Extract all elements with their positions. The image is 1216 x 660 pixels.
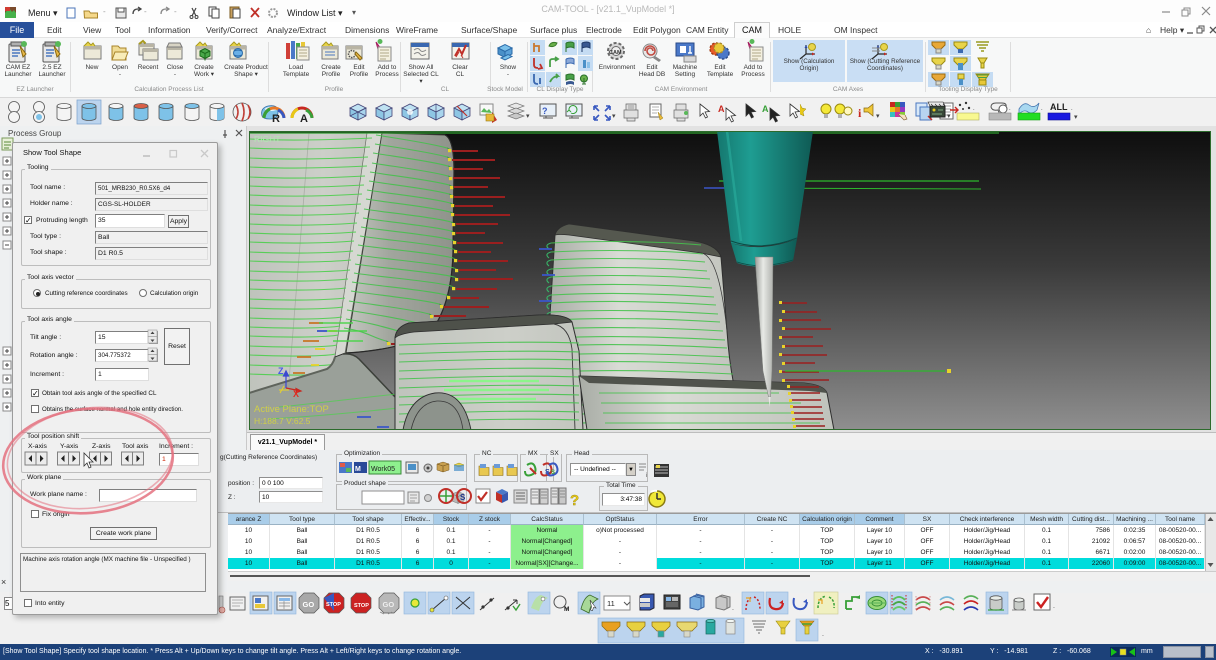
svg-text:H:188.7 V:62.5: H:188.7 V:62.5 bbox=[254, 416, 311, 426]
svg-text:GO: GO bbox=[383, 600, 395, 609]
svg-text:.: . bbox=[822, 631, 824, 638]
svg-text:GO: GO bbox=[303, 600, 315, 609]
svg-text:CAM: CAM bbox=[609, 50, 622, 56]
svg-text:▾: ▾ bbox=[526, 113, 530, 120]
svg-text:i: i bbox=[858, 106, 862, 120]
svg-text:R: R bbox=[272, 113, 280, 125]
svg-text:.: . bbox=[1053, 603, 1055, 610]
svg-text:.: . bbox=[1071, 106, 1073, 112]
svg-text:?: ? bbox=[542, 106, 548, 116]
svg-text:STOP: STOP bbox=[326, 602, 341, 608]
svg-text:▾: ▾ bbox=[876, 113, 880, 120]
svg-text:.: . bbox=[973, 106, 975, 112]
svg-text:A: A bbox=[718, 104, 725, 114]
svg-text:▾: ▾ bbox=[1074, 114, 1078, 121]
svg-text:Active Plane:TOP: Active Plane:TOP bbox=[254, 404, 329, 415]
svg-text:X: X bbox=[293, 389, 299, 399]
svg-text:▾: ▾ bbox=[947, 113, 951, 120]
svg-text:i: i bbox=[646, 473, 647, 479]
svg-text:▾: ▾ bbox=[352, 8, 356, 17]
svg-text:Z: Z bbox=[278, 366, 284, 376]
svg-text:.: . bbox=[1009, 106, 1011, 112]
svg-text:A: A bbox=[300, 113, 308, 125]
svg-text:-: - bbox=[103, 7, 106, 16]
svg-text:?: ? bbox=[570, 492, 579, 509]
svg-text:Work05: Work05 bbox=[371, 466, 395, 473]
svg-text:Window List ▾: Window List ▾ bbox=[287, 8, 343, 18]
svg-text:A: A bbox=[762, 104, 769, 114]
svg-text:-: - bbox=[144, 7, 147, 16]
svg-text:11: 11 bbox=[607, 599, 615, 608]
svg-text:STOP: STOP bbox=[354, 603, 369, 609]
svg-text:.: . bbox=[732, 605, 734, 612]
svg-text:-: - bbox=[174, 7, 177, 16]
svg-text:▾: ▾ bbox=[612, 113, 616, 120]
svg-text:Menu ▾: Menu ▾ bbox=[28, 8, 58, 18]
svg-text:.: . bbox=[1041, 106, 1043, 112]
svg-text:M: M bbox=[564, 606, 569, 613]
svg-text:M: M bbox=[355, 466, 361, 473]
svg-text:S: S bbox=[460, 493, 466, 502]
svg-text:RIGHT: RIGHT bbox=[254, 134, 280, 144]
svg-text:S: S bbox=[551, 470, 555, 476]
svg-text:ALL: ALL bbox=[1050, 102, 1068, 112]
